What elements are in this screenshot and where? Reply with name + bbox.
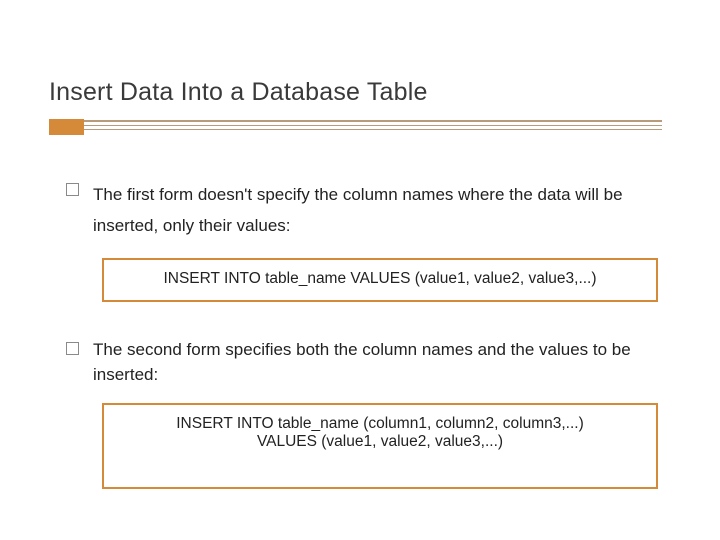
accent-block [49, 119, 84, 135]
code-line: VALUES (value1, value2, value3,...) [118, 433, 642, 451]
slide-title: Insert Data Into a Database Table [49, 78, 720, 107]
bullet-square-icon [66, 342, 79, 355]
code-box-1: INSERT INTO table_name VALUES (value1, v… [102, 258, 658, 302]
code-box-2: INSERT INTO table_name (column1, column2… [102, 403, 658, 489]
bullet-item-1: The first form doesn't specify the colum… [66, 179, 658, 242]
title-rule [49, 119, 720, 137]
title-area: Insert Data Into a Database Table [0, 0, 720, 137]
code-line: INSERT INTO table_name VALUES (value1, v… [118, 270, 642, 288]
horizontal-rules [84, 120, 662, 130]
code-line: INSERT INTO table_name (column1, column2… [118, 415, 642, 433]
bullet-square-icon [66, 183, 79, 196]
bullet-item-2: The second form specifies both the colum… [66, 338, 658, 387]
slide-body: The first form doesn't specify the colum… [0, 137, 720, 489]
bullet-text-2: The second form specifies both the colum… [93, 338, 658, 387]
slide: Insert Data Into a Database Table The fi… [0, 0, 720, 540]
bullet-text-1: The first form doesn't specify the colum… [93, 179, 658, 242]
